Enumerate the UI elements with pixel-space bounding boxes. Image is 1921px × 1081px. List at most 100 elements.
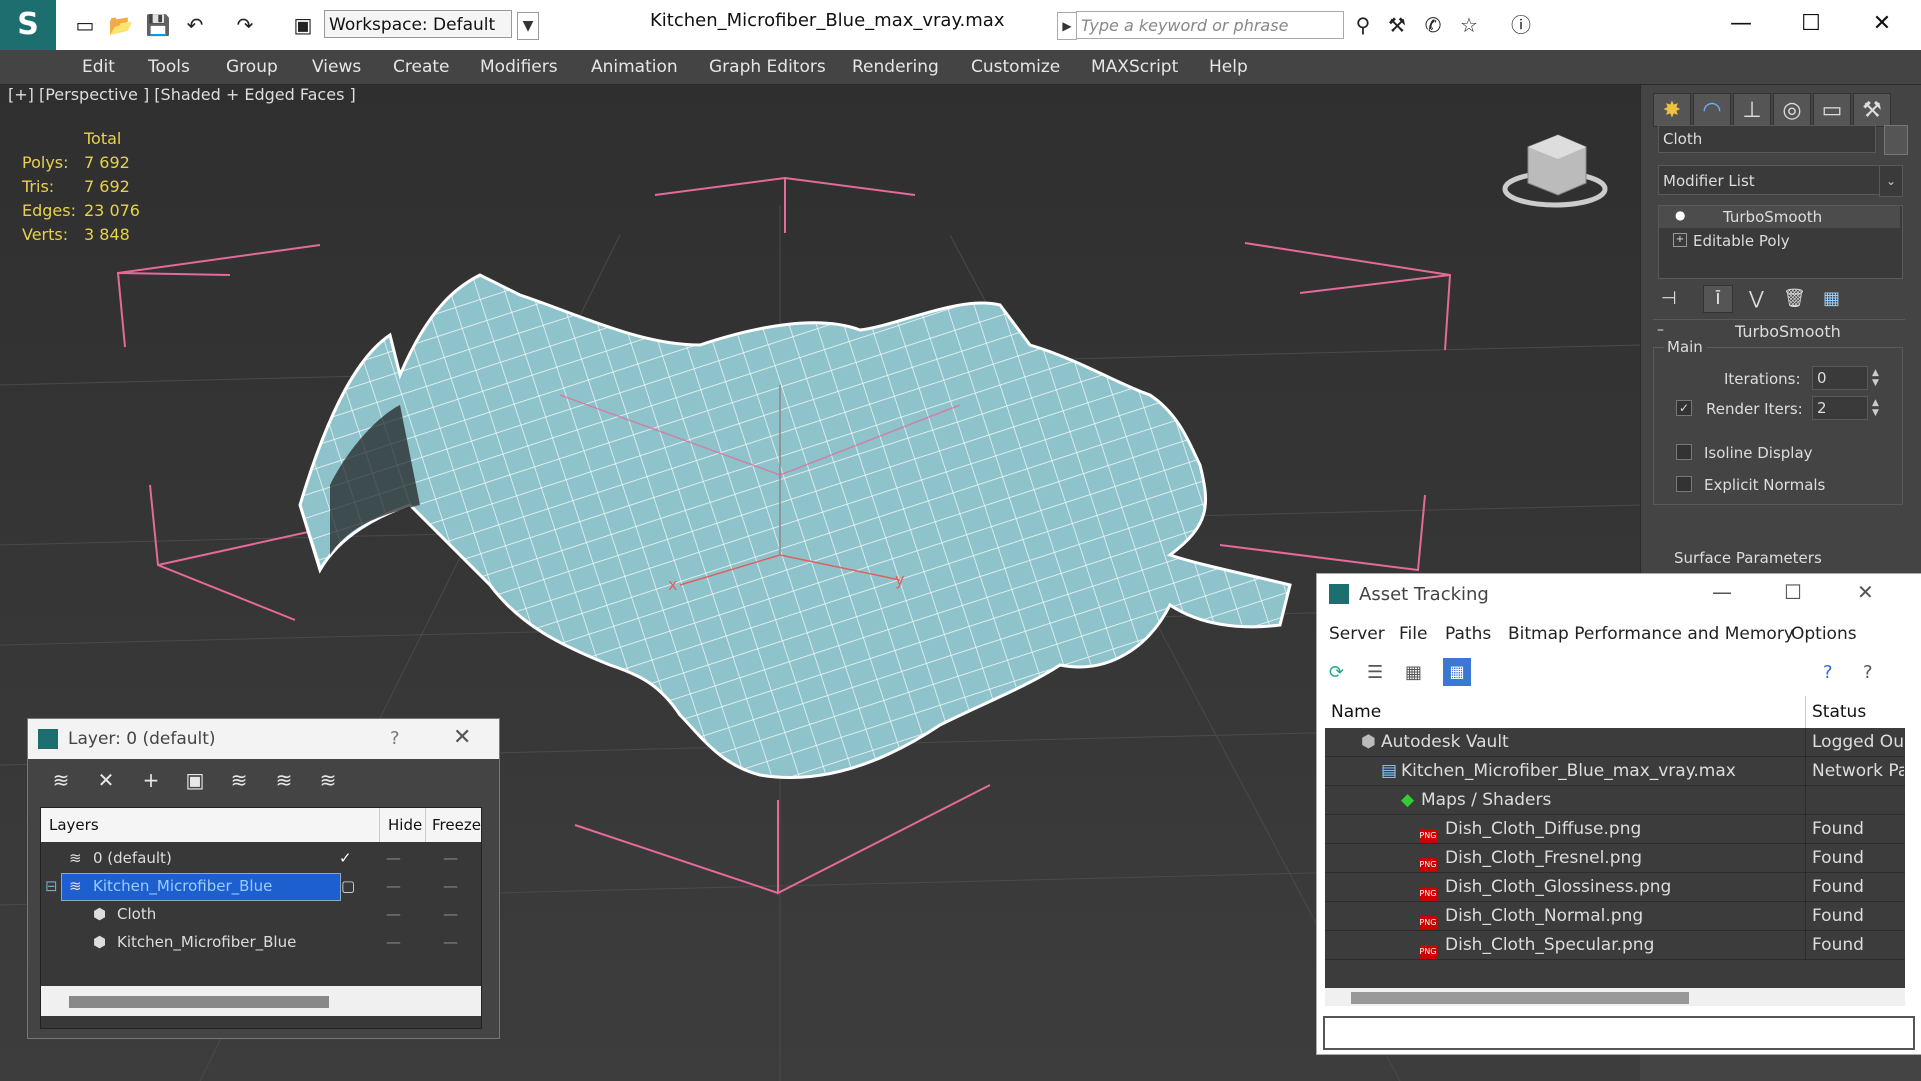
col-layers[interactable]: Layers	[49, 808, 99, 842]
asset-close-icon[interactable]: ✕	[1857, 580, 1874, 604]
layer-row-kitchen[interactable]: ⊟ ≋ Kitchen_Microfiber_Blue ▢ — —	[41, 872, 481, 901]
asset-maximize-icon[interactable]: ☐	[1784, 580, 1802, 604]
hide-toggle[interactable]: —	[386, 872, 401, 900]
asset-row-glossiness[interactable]: PNG Dish_Cloth_Glossiness.png Found	[1325, 873, 1905, 902]
thumbnail-view-icon[interactable]: ▦	[1405, 662, 1422, 683]
freeze-toggle[interactable]: —	[443, 900, 458, 928]
close-icon[interactable]: ✕	[1862, 6, 1902, 42]
new-file-icon[interactable]: ▭	[72, 12, 98, 38]
menu-group[interactable]: Group	[226, 57, 278, 77]
redo-icon[interactable]: ↷	[232, 12, 258, 38]
asset-path-field[interactable]	[1323, 1016, 1915, 1050]
render-iters-checkbox[interactable]: ✓	[1676, 400, 1692, 416]
layer-window-titlebar[interactable]: Layer: 0 (default) ? ✕	[28, 719, 499, 759]
col-name[interactable]: Name	[1331, 702, 1381, 722]
pin-stack-icon[interactable]: ⊣	[1661, 288, 1677, 309]
save-file-icon[interactable]: 💾	[145, 12, 171, 38]
list-view-icon[interactable]: ☰	[1367, 662, 1383, 683]
layer-scrollbar-thumb[interactable]	[69, 996, 329, 1008]
hide-toggle[interactable]: —	[386, 900, 401, 928]
table-view-icon[interactable]: ▦	[1443, 658, 1471, 686]
open-file-icon[interactable]: 📂	[108, 12, 134, 38]
asset-row-normal[interactable]: PNG Dish_Cloth_Normal.png Found	[1325, 902, 1905, 931]
stack-item-editable-poly[interactable]: + Editable Poly	[1659, 230, 1900, 252]
layer-row-cloth[interactable]: ⬢ Cloth — —	[41, 900, 481, 928]
favorites-star-icon[interactable]: ☆	[1456, 12, 1482, 38]
delete-layer-icon[interactable]: ✕	[91, 765, 121, 795]
select-objects-layer-icon[interactable]: ▣	[180, 765, 210, 795]
collapse-minus-icon[interactable]: ⊟	[45, 872, 58, 900]
col-status[interactable]: Status	[1805, 696, 1866, 728]
show-end-result-icon[interactable]: Ī	[1703, 285, 1733, 313]
undo-icon[interactable]: ↶	[182, 12, 208, 38]
menu-maxscript[interactable]: MAXScript	[1091, 57, 1178, 77]
vault-help-icon[interactable]: ?	[1823, 662, 1833, 683]
maximize-icon[interactable]: ☐	[1791, 6, 1831, 42]
workspace-dropdown[interactable]: Workspace: Default	[324, 10, 512, 38]
asset-row-fresnel[interactable]: PNG Dish_Cloth_Fresnel.png Found	[1325, 844, 1905, 873]
menu-rendering[interactable]: Rendering	[852, 57, 939, 77]
surface-params-label[interactable]: Surface Parameters	[1674, 549, 1822, 567]
project-icon[interactable]: ▣	[290, 12, 316, 38]
render-iters-spinner[interactable]: 2	[1812, 396, 1868, 420]
make-unique-icon[interactable]: ⋁	[1749, 288, 1764, 309]
hide-toggle[interactable]: —	[386, 844, 401, 872]
menu-create[interactable]: Create	[393, 57, 450, 77]
render-iters-spin-icon[interactable]: ▲ ▼	[1872, 398, 1879, 418]
menu-tools[interactable]: Tools	[148, 57, 190, 77]
app-logo-icon[interactable]: S	[0, 0, 56, 50]
select-layer-icon[interactable]: ≋	[224, 765, 254, 795]
asset-menu-file[interactable]: File	[1399, 624, 1427, 644]
asset-row-vault[interactable]: ⬢ Autodesk Vault Logged Ou	[1325, 728, 1905, 757]
asset-minimize-icon[interactable]: —	[1712, 580, 1732, 604]
minimize-icon[interactable]: —	[1721, 6, 1761, 42]
workspace-menu-icon[interactable]: ▼	[517, 12, 539, 40]
hide-all-layers-icon[interactable]: ≋	[269, 765, 299, 795]
refresh-icon[interactable]: ⟳	[1329, 662, 1344, 683]
asset-row-diffuse[interactable]: PNG Dish_Cloth_Diffuse.png Found	[1325, 815, 1905, 844]
menu-modifiers[interactable]: Modifiers	[480, 57, 558, 77]
layer-close-icon[interactable]: ✕	[453, 725, 471, 750]
object-name-field[interactable]: Cloth	[1658, 125, 1876, 153]
current-layer-check-icon[interactable]: ✓	[339, 844, 352, 872]
asset-scrollbar-thumb[interactable]	[1351, 992, 1689, 1004]
asset-row-specular[interactable]: PNG Dish_Cloth_Specular.png Found	[1325, 931, 1905, 960]
add-to-layer-icon[interactable]: +	[136, 765, 166, 795]
help-icon[interactable]: ⓘ	[1508, 12, 1534, 38]
menu-customize[interactable]: Customize	[971, 57, 1060, 77]
modify-tab-icon[interactable]: ◠	[1693, 93, 1731, 127]
motion-tab-icon[interactable]: ◎	[1773, 93, 1811, 127]
new-layer-icon[interactable]: ≋	[46, 765, 76, 795]
configure-sets-icon[interactable]: ▦	[1823, 288, 1840, 309]
communication-icon[interactable]: ✆	[1420, 12, 1446, 38]
stack-item-turbosmooth[interactable]: ● TurboSmooth	[1659, 206, 1900, 228]
menu-graph-editors[interactable]: Graph Editors	[709, 57, 826, 77]
create-tab-icon[interactable]: ✸	[1653, 93, 1691, 127]
asset-row-max-file[interactable]: ▤ Kitchen_Microfiber_Blue_max_vray.max N…	[1325, 757, 1905, 786]
freeze-toggle[interactable]: —	[443, 844, 458, 872]
asset-row-maps[interactable]: ◆ Maps / Shaders	[1325, 786, 1905, 815]
asset-menu-server[interactable]: Server	[1329, 624, 1385, 644]
menu-animation[interactable]: Animation	[591, 57, 678, 77]
asset-help-icon[interactable]: ?	[1863, 662, 1873, 683]
modifier-list-dropdown[interactable]: Modifier List	[1658, 165, 1890, 195]
isoline-checkbox[interactable]	[1676, 444, 1692, 460]
binoculars-icon[interactable]: ⚲	[1350, 12, 1376, 38]
asset-scrollbar-track[interactable]	[1325, 988, 1905, 1006]
current-layer-box-icon[interactable]: ▢	[341, 872, 355, 900]
hide-toggle[interactable]: —	[386, 928, 401, 956]
asset-menu-options[interactable]: Options	[1791, 624, 1857, 644]
modifier-list-chevron-icon[interactable]: ⌄	[1879, 165, 1903, 197]
search-expand-icon[interactable]: ▶	[1057, 12, 1077, 40]
asset-menu-bitmap[interactable]: Bitmap Performance and Memory	[1508, 624, 1794, 644]
freeze-toggle[interactable]: —	[443, 872, 458, 900]
menu-edit[interactable]: Edit	[82, 57, 115, 77]
iterations-spin-icon[interactable]: ▲ ▼	[1872, 368, 1879, 388]
menu-help[interactable]: Help	[1209, 57, 1248, 77]
layer-row-default[interactable]: ≋ 0 (default) ✓ — —	[41, 844, 481, 872]
object-color-swatch[interactable]	[1884, 125, 1908, 155]
remove-modifier-icon[interactable]: 🗑	[1783, 288, 1806, 309]
layer-help-icon[interactable]: ?	[390, 728, 400, 749]
display-tab-icon[interactable]: ▭	[1813, 93, 1851, 127]
layer-row-kitchen-object[interactable]: ⬢ Kitchen_Microfiber_Blue — —	[41, 928, 481, 956]
